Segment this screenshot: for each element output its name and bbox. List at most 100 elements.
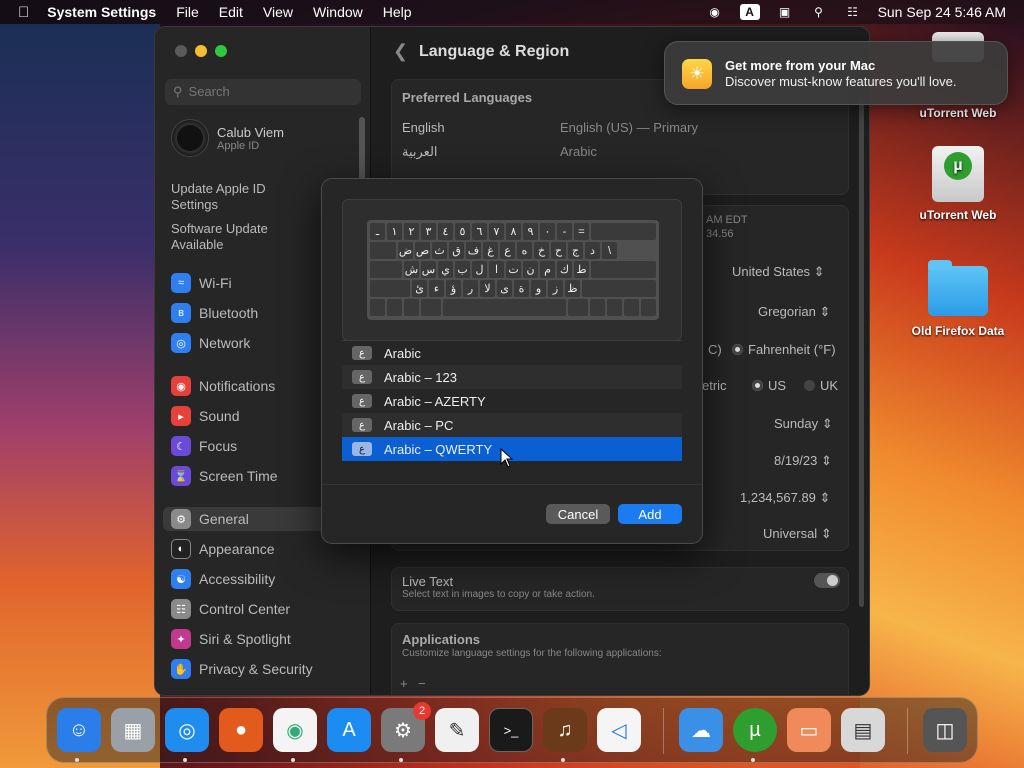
sidebar-item-notifications[interactable]: ◉ Notifications	[171, 374, 275, 398]
utorrent-icon[interactable]: µ	[733, 708, 777, 752]
close-button[interactable]	[175, 45, 187, 57]
finder-icon[interactable]: ☺	[57, 708, 101, 752]
sidebar-item-network[interactable]: ◎ Network	[171, 331, 250, 355]
cancel-button[interactable]: Cancel	[546, 504, 610, 524]
language-name-arabic[interactable]: العربية	[402, 144, 438, 160]
sidebar-item-privacy-security[interactable]: ✋ Privacy & Security	[171, 657, 313, 681]
vscode-icon[interactable]: ◁	[597, 708, 641, 752]
sidebar-item-siri-spotlight[interactable]: ✦ Siri & Spotlight	[171, 627, 291, 651]
trash-icon[interactable]: ◫	[923, 708, 967, 752]
number-format-popup[interactable]: 1,234,567.89 ⇕	[740, 490, 830, 506]
calendar-popup[interactable]: Gregorian ⇕	[758, 304, 830, 320]
add-button[interactable]: Add	[618, 504, 682, 524]
sidebar-item-screen-time[interactable]: ⌛ Screen Time	[171, 464, 278, 488]
sidebar-item-control-center[interactable]: ☷ Control Center	[171, 597, 290, 621]
desktop-item-utorrent-2[interactable]: µ uTorrent Web	[908, 146, 1008, 222]
key: ٨	[506, 223, 521, 240]
date-format-popup[interactable]: 8/19/23 ⇕	[774, 453, 832, 469]
uk-radio[interactable]: UK	[804, 378, 838, 393]
list-item[interactable]: ع Arabic – AZERTY	[342, 389, 682, 413]
first-day-popup[interactable]: Sunday ⇕	[774, 416, 833, 432]
zoom-button[interactable]	[215, 45, 227, 57]
dock-separator	[907, 708, 908, 754]
fahrenheit-radio[interactable]: Fahrenheit (°F)	[732, 342, 836, 357]
wordpress-status-icon[interactable]: ◉	[706, 5, 724, 19]
update-apple-id-link[interactable]: Update Apple ID Settings	[171, 181, 291, 213]
key: ج	[568, 242, 583, 259]
menu-edit[interactable]: Edit	[219, 4, 243, 20]
key: ٥	[455, 223, 470, 240]
sidebar-item-focus[interactable]: ☾ Focus	[171, 434, 237, 458]
search-placeholder: Search	[188, 84, 230, 99]
list-item[interactable]: ع Arabic	[342, 341, 682, 365]
desktop-item-old-firefox-data[interactable]: Old Firefox Data	[908, 260, 1008, 338]
launchpad-icon[interactable]: ▦	[111, 708, 155, 752]
running-indicator	[183, 758, 187, 762]
spotlight-search-icon[interactable]: ⚲	[810, 5, 828, 19]
garageband-icon[interactable]: ♫	[543, 708, 587, 752]
us-radio[interactable]: US	[752, 378, 786, 393]
app-store-icon[interactable]: A	[327, 708, 371, 752]
safari-icon[interactable]: ◎	[165, 708, 209, 752]
updown-chevron-icon: ⇕	[820, 526, 832, 541]
content-scrollbar[interactable]	[859, 97, 864, 607]
input-source-icon[interactable]: A	[739, 4, 760, 20]
keyboard-preview-pane: ـ ١ ٢ ٣ ٤ ٥ ٦ ٧ ٨ ٩ ٠ - = ض ص ث ق ف غ ع …	[342, 199, 682, 341]
language-name-english[interactable]: English	[402, 120, 445, 135]
sidebar-item-accessibility[interactable]: ☯ Accessibility	[171, 567, 275, 591]
calculator-icon[interactable]: ▤	[841, 708, 885, 752]
menu-window[interactable]: Window	[313, 4, 363, 20]
key: ـ	[370, 223, 385, 240]
sidebar-item-appearance[interactable]: ◐ Appearance	[171, 537, 275, 561]
back-chevron-icon[interactable]: ❮	[393, 41, 408, 62]
control-key	[387, 299, 402, 316]
delete-key	[591, 223, 656, 240]
list-item[interactable]: ع Arabic – PC	[342, 413, 682, 437]
firefox-icon[interactable]: ●	[219, 708, 263, 752]
key: \	[602, 242, 617, 259]
list-item[interactable]: ع Arabic – 123	[342, 365, 682, 389]
chrome-icon[interactable]: ◉	[273, 708, 317, 752]
applications-box: Applications Customize language settings…	[391, 623, 849, 695]
list-sort-popup[interactable]: Universal ⇕	[763, 526, 832, 542]
system-settings-icon[interactable]: ⚙ 2	[381, 702, 431, 752]
region-popup[interactable]: United States ⇕	[732, 264, 825, 280]
menu-help[interactable]: Help	[383, 4, 412, 20]
add-application-button[interactable]: +	[400, 676, 408, 691]
textedit-icon[interactable]: ✎	[435, 708, 479, 752]
apple-menu-icon[interactable]: 	[18, 4, 29, 21]
search-input[interactable]: ⚲ Search	[165, 79, 361, 105]
minimize-button[interactable]	[195, 45, 207, 57]
sidebar-item-bluetooth[interactable]: ʙ Bluetooth	[171, 301, 258, 325]
software-update-link[interactable]: Software Update Available	[171, 221, 291, 253]
notification-banner[interactable]: ☀ Get more from your Mac Discover must-k…	[664, 41, 1008, 105]
screen-sharing-icon[interactable]: ▭	[787, 708, 831, 752]
control-center-icon[interactable]: ☷	[844, 5, 862, 19]
sidebar-item-sound[interactable]: ▸ Sound	[171, 404, 239, 428]
live-text-toggle[interactable]	[814, 573, 840, 588]
key: ٦	[472, 223, 487, 240]
menu-file[interactable]: File	[176, 4, 199, 20]
menu-clock[interactable]: Sun Sep 24 5:46 AM	[878, 4, 1006, 20]
screen-mirroring-icon[interactable]: ▣	[776, 5, 794, 19]
fn-key	[370, 299, 385, 316]
apple-id-account[interactable]: Calub Viem Apple ID	[171, 119, 284, 157]
caps-key	[370, 261, 402, 278]
metric-option-fragment[interactable]: etric	[702, 378, 727, 393]
sidebar-item-label: Sound	[199, 408, 240, 424]
terminal-icon[interactable]: >_	[489, 708, 533, 752]
key: م	[540, 261, 555, 278]
app-menu[interactable]: System Settings	[47, 4, 156, 20]
key: ه	[517, 242, 532, 259]
remove-application-button[interactable]: −	[418, 676, 426, 691]
menu-view[interactable]: View	[263, 4, 293, 20]
running-indicator	[561, 758, 565, 762]
sidebar-item-wifi[interactable]: ≈ Wi-Fi	[171, 271, 232, 295]
weather-icon[interactable]: ☁	[679, 708, 723, 752]
celsius-option-fragment[interactable]: C)	[708, 342, 722, 357]
shift-key	[370, 280, 410, 297]
dock: ☺ ▦ ◎ ● ◉ A ⚙ 2 ✎ >_ ♫ ◁ ☁ µ ▭ ▤ ◫	[46, 697, 978, 763]
desktop-item-label: uTorrent Web	[919, 208, 997, 222]
mouse-pointer-icon	[500, 448, 514, 468]
key: ٢	[404, 223, 419, 240]
